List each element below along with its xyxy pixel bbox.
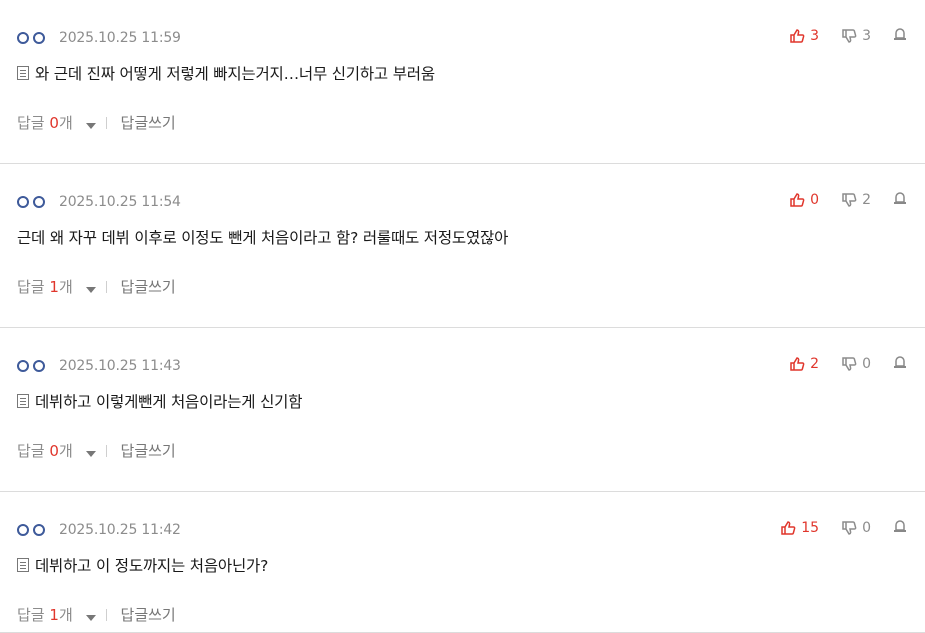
comment-date: 2025.10.25 11:54 bbox=[59, 194, 181, 210]
divider bbox=[105, 116, 107, 129]
comment-item: 2025.10.25 11:59 3 3 와 근데 진짜 어떻게 저렇게 빠지는… bbox=[0, 0, 925, 164]
comment-date: 2025.10.25 11:43 bbox=[59, 358, 181, 374]
thumbs-up-icon bbox=[790, 193, 805, 207]
reply-count: 0 bbox=[49, 114, 59, 132]
reply-toggle[interactable]: 답글 1개 bbox=[17, 604, 106, 625]
downvote-count: 3 bbox=[862, 28, 871, 44]
report-bell-icon bbox=[894, 356, 906, 368]
upvote-button[interactable]: 0 bbox=[789, 192, 819, 208]
caret-down-icon bbox=[85, 123, 96, 129]
write-reply-link[interactable]: 답글쓰기 bbox=[121, 276, 176, 297]
reply-count: 1 bbox=[49, 278, 59, 296]
comment-text: 데뷔하고 이렇게뺀게 처음이라는게 신기함 bbox=[35, 393, 303, 411]
comment-meta: 2025.10.25 11:59 bbox=[17, 28, 181, 48]
reply-toggle[interactable]: 답글 0개 bbox=[17, 112, 106, 133]
reply-count: 1 bbox=[49, 606, 59, 624]
report-button[interactable] bbox=[893, 355, 907, 373]
report-bell-icon bbox=[894, 28, 906, 40]
comment-actions: 답글 0개 답글쓰기 bbox=[17, 112, 176, 133]
downvote-button[interactable]: 3 bbox=[841, 28, 871, 44]
downvote-button[interactable]: 2 bbox=[841, 192, 871, 208]
divider bbox=[105, 608, 107, 621]
vote-group: 3 3 bbox=[789, 27, 907, 45]
comment-text: 데뷔하고 이 정도까지는 처음아닌가? bbox=[35, 557, 269, 575]
downvote-button[interactable]: 0 bbox=[841, 520, 871, 536]
upvote-count: 15 bbox=[801, 520, 820, 536]
comment-item: 2025.10.25 11:43 2 0 데뷔하고 이렇게뺀게 처음이라는게 신… bbox=[0, 328, 925, 492]
reply-label: 답글 bbox=[17, 278, 45, 296]
report-button[interactable] bbox=[893, 519, 907, 537]
thumbs-down-icon bbox=[842, 521, 857, 535]
reply-count: 0 bbox=[49, 442, 59, 460]
divider bbox=[105, 280, 107, 293]
comment-meta: 2025.10.25 11:43 bbox=[17, 356, 181, 376]
reply-unit: 개 bbox=[58, 278, 73, 296]
reply-label: 답글 bbox=[17, 606, 45, 624]
upvote-button[interactable]: 15 bbox=[780, 520, 819, 536]
comment-body: 데뷔하고 이 정도까지는 처음아닌가? bbox=[17, 554, 268, 576]
report-button[interactable] bbox=[893, 191, 907, 209]
downvote-count: 2 bbox=[862, 192, 871, 208]
write-reply-link[interactable]: 답글쓰기 bbox=[121, 112, 176, 133]
upvote-count: 0 bbox=[810, 192, 820, 208]
downvote-count: 0 bbox=[862, 356, 871, 372]
comment-text: 근데 왜 자꾸 데뷔 이후로 이정도 뺀게 처음이라고 함? 러룰때도 저정도였… bbox=[17, 229, 509, 247]
comment-actions: 답글 0개 답글쓰기 bbox=[17, 440, 176, 461]
upvote-button[interactable]: 2 bbox=[789, 356, 819, 372]
reply-toggle[interactable]: 답글 0개 bbox=[17, 440, 106, 461]
thumbs-up-icon bbox=[781, 521, 796, 535]
reply-unit: 개 bbox=[58, 606, 73, 624]
comment-meta: 2025.10.25 11:42 bbox=[17, 520, 181, 540]
reply-toggle[interactable]: 답글 1개 bbox=[17, 276, 106, 297]
thumbs-up-icon bbox=[790, 29, 805, 43]
report-bell-icon bbox=[894, 520, 906, 532]
vote-group: 0 2 bbox=[789, 191, 907, 209]
user-circles-icon[interactable] bbox=[17, 32, 45, 44]
user-circles-icon[interactable] bbox=[17, 360, 45, 372]
vote-group: 15 0 bbox=[780, 519, 907, 537]
caret-down-icon bbox=[85, 451, 96, 457]
thumbs-down-icon bbox=[842, 193, 857, 207]
memo-icon bbox=[17, 558, 29, 572]
memo-icon bbox=[17, 394, 29, 408]
write-reply-link[interactable]: 답글쓰기 bbox=[121, 604, 176, 625]
comment-text: 와 근데 진짜 어떻게 저렇게 빠지는거지…너무 신기하고 부러움 bbox=[35, 65, 435, 83]
comment-body: 근데 왜 자꾸 데뷔 이후로 이정도 뺀게 처음이라고 함? 러룰때도 저정도였… bbox=[17, 226, 508, 248]
thumbs-down-icon bbox=[842, 357, 857, 371]
caret-down-icon bbox=[85, 287, 96, 293]
comment-actions: 답글 1개 답글쓰기 bbox=[17, 276, 176, 297]
user-circles-icon[interactable] bbox=[17, 524, 45, 536]
comment-date: 2025.10.25 11:42 bbox=[59, 522, 181, 538]
thumbs-up-icon bbox=[790, 357, 805, 371]
report-bell-icon bbox=[894, 192, 906, 204]
memo-icon bbox=[17, 66, 29, 80]
reply-unit: 개 bbox=[58, 114, 73, 132]
comment-meta: 2025.10.25 11:54 bbox=[17, 192, 181, 212]
upvote-count: 3 bbox=[810, 28, 820, 44]
downvote-count: 0 bbox=[862, 520, 871, 536]
comment-date: 2025.10.25 11:59 bbox=[59, 30, 181, 46]
caret-down-icon bbox=[85, 615, 96, 621]
comment-item: 2025.10.25 11:54 0 2 근데 왜 자꾸 데뷔 이후로 이정도 … bbox=[0, 164, 925, 328]
upvote-button[interactable]: 3 bbox=[789, 28, 819, 44]
divider bbox=[105, 444, 107, 457]
comment-body: 데뷔하고 이렇게뺀게 처음이라는게 신기함 bbox=[17, 390, 302, 412]
write-reply-link[interactable]: 답글쓰기 bbox=[121, 440, 176, 461]
report-button[interactable] bbox=[893, 27, 907, 45]
reply-label: 답글 bbox=[17, 442, 45, 460]
vote-group: 2 0 bbox=[789, 355, 907, 373]
thumbs-down-icon bbox=[842, 29, 857, 43]
comment-body: 와 근데 진짜 어떻게 저렇게 빠지는거지…너무 신기하고 부러움 bbox=[17, 62, 435, 84]
downvote-button[interactable]: 0 bbox=[841, 356, 871, 372]
user-circles-icon[interactable] bbox=[17, 196, 45, 208]
comment-item: 2025.10.25 11:42 15 0 데뷔하고 이 정도까지는 처음아닌가… bbox=[0, 492, 925, 633]
reply-label: 답글 bbox=[17, 114, 45, 132]
reply-unit: 개 bbox=[58, 442, 73, 460]
comment-actions: 답글 1개 답글쓰기 bbox=[17, 604, 176, 625]
upvote-count: 2 bbox=[810, 356, 820, 372]
